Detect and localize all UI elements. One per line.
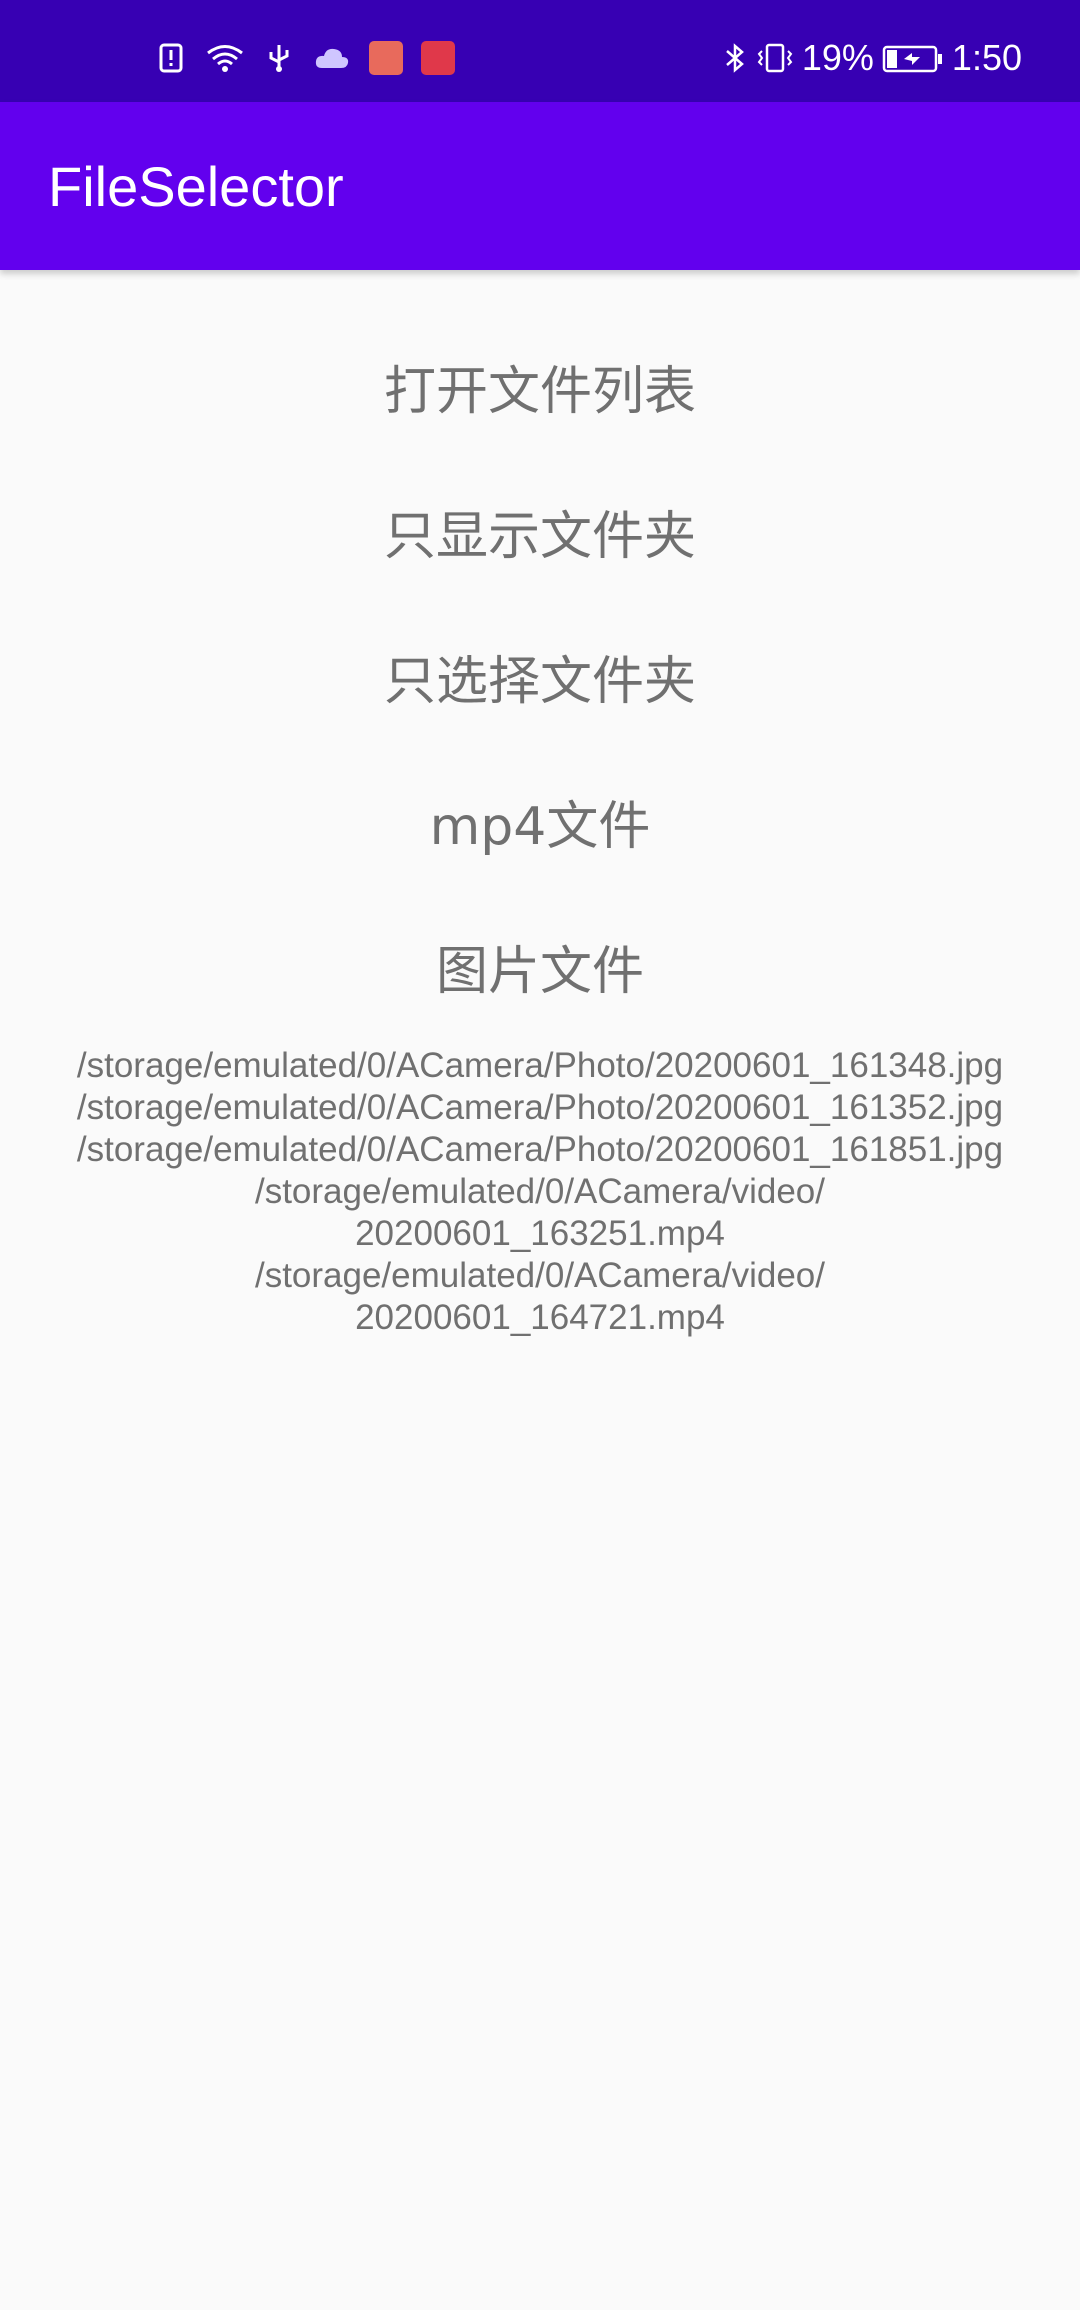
app-title: FileSelector	[48, 155, 344, 218]
usb-icon	[269, 45, 289, 72]
book-app-icon	[421, 41, 455, 75]
app-bar: FileSelector	[0, 102, 1080, 270]
result-line: /storage/emulated/0/ACamera/Photo/202006…	[76, 1088, 1004, 1127]
result-line: 20200601_163251.mp4	[355, 1214, 725, 1253]
cloud-icon	[315, 48, 349, 68]
image-files-button[interactable]: 图片文件	[0, 900, 1080, 1045]
result-line: /storage/emulated/0/ACamera/Photo/202006…	[76, 1046, 1004, 1085]
vibrate-icon	[757, 43, 793, 73]
select-folders-only-button[interactable]: 只选择文件夹	[0, 610, 1080, 755]
status-time: 1:50	[951, 37, 1022, 78]
huawei-app-icon	[369, 41, 403, 75]
show-folders-only-button[interactable]: 只显示文件夹	[0, 465, 1080, 610]
battery-charging-icon	[882, 45, 942, 73]
open-file-list-button[interactable]: 打开文件列表	[0, 320, 1080, 465]
bluetooth-icon	[726, 43, 744, 73]
status-left-icons	[155, 38, 455, 78]
battery-percent: 19%	[801, 37, 874, 78]
result-line: /storage/emulated/0/ACamera/video/	[254, 1256, 826, 1295]
main-content: 打开文件列表 只显示文件夹 只选择文件夹 mp4文件 图片文件 /storage…	[0, 270, 1080, 1339]
wifi-icon	[207, 45, 243, 72]
status-bar: 19% 1:50	[0, 0, 1080, 102]
alert-icon	[159, 43, 183, 73]
selected-files-result: /storage/emulated/0/ACamera/Photo/202006…	[0, 1045, 1080, 1339]
result-line: /storage/emulated/0/ACamera/video/	[254, 1172, 826, 1211]
status-right-icons: 19% 1:50	[722, 37, 1022, 78]
result-line: 20200601_164721.mp4	[355, 1298, 725, 1337]
result-line: /storage/emulated/0/ACamera/Photo/202006…	[76, 1130, 1004, 1169]
mp4-files-button[interactable]: mp4文件	[0, 755, 1080, 900]
